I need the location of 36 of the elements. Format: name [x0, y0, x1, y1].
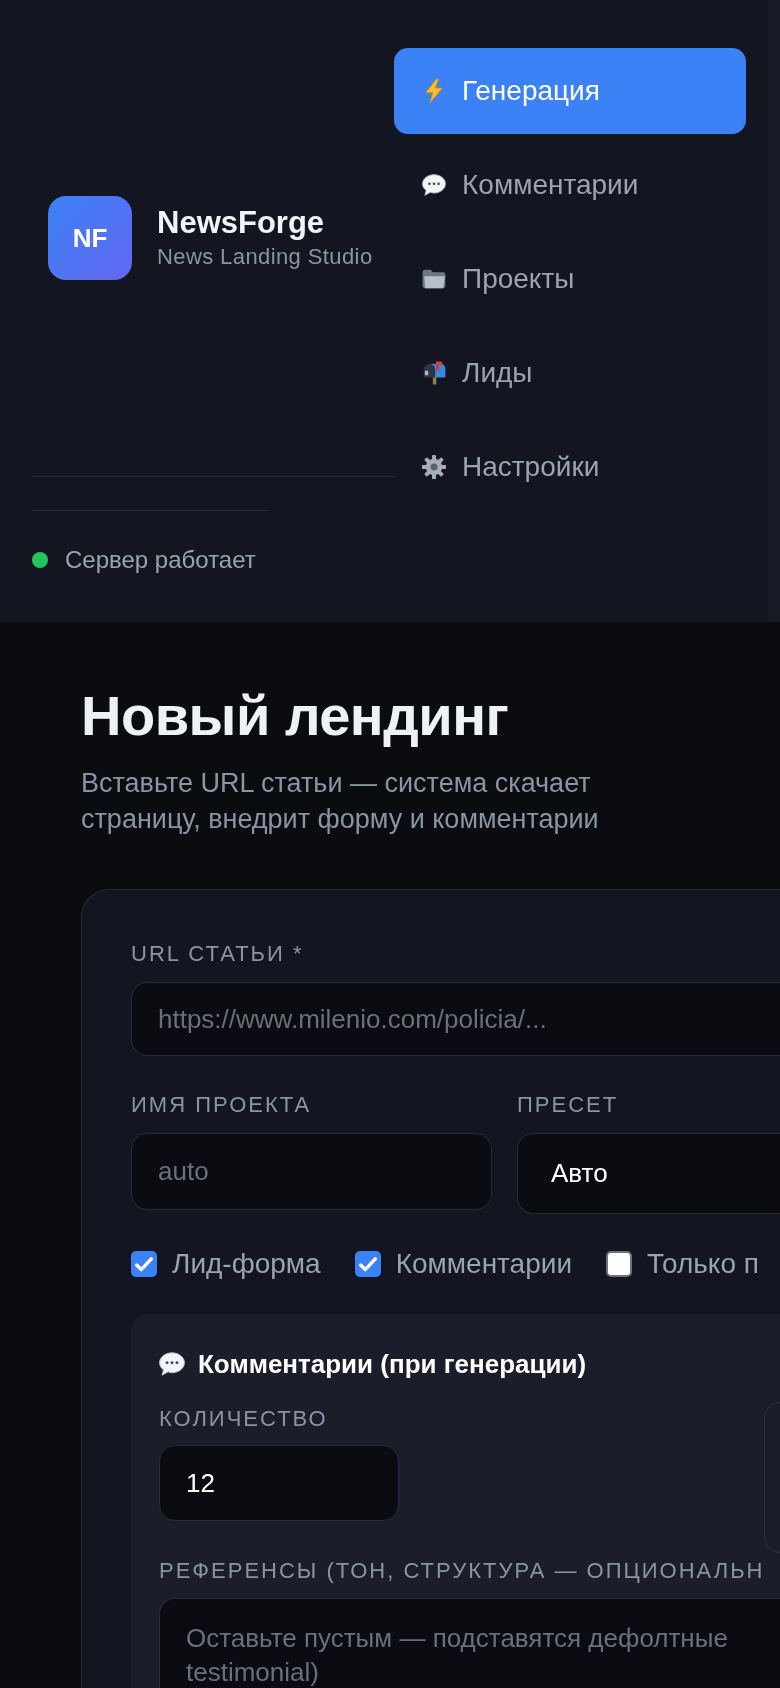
nav-item[interactable]: Генерация: [394, 48, 746, 134]
field-label: ИМЯ ПРОЕКТА: [131, 1091, 313, 1119]
project-name-input[interactable]: auto: [131, 1133, 492, 1210]
checkmark-icon: [135, 1256, 153, 1272]
field-label: РЕФЕРЕНСЫ (ТОН, СТРУКТУРА — ОПЦИОНАЛЬН: [159, 1557, 766, 1585]
app-tagline: News Landing Studio: [157, 243, 373, 271]
gear-icon: [422, 455, 446, 479]
speech-bubble-icon: [422, 173, 446, 197]
mailbox-icon: [422, 361, 446, 385]
checkmark-icon: [358, 1256, 377, 1272]
page-subtitle: Вставьте URL статьи — система скачает страницу, внедрит форму и комментарии: [81, 767, 600, 836]
folder-icon: [422, 267, 446, 291]
nav-item[interactable]: Настройки: [394, 424, 746, 510]
speech-bubble-icon: [159, 1352, 185, 1376]
status-text: Сервер работает: [65, 545, 256, 575]
checkbox[interactable]: [131, 1251, 157, 1277]
nav-item[interactable]: Комментарии: [394, 142, 746, 228]
checkbox-label[interactable]: Только п: [647, 1249, 759, 1279]
field-label: ПРЕСЕТ: [517, 1091, 620, 1119]
app-logo: NF: [48, 196, 132, 280]
checkbox[interactable]: [606, 1251, 633, 1277]
page-title: Новый лендинг: [81, 685, 510, 747]
count-input[interactable]: 12: [159, 1445, 399, 1521]
section-title: Комментарии (при генерации): [198, 1349, 587, 1379]
url-input[interactable]: https://www.milenio.com/policia/...: [131, 982, 780, 1056]
nav-item[interactable]: Лиды: [394, 330, 746, 416]
nav-item[interactable]: Проекты: [394, 236, 746, 322]
checkbox-label[interactable]: Комментарии: [395, 1249, 573, 1279]
field-label: URL СТАТЬИ *: [131, 940, 305, 968]
preset-select[interactable]: Авто: [517, 1133, 780, 1214]
field-label: КОЛИЧЕСТВО: [159, 1405, 329, 1433]
lightning-icon: [422, 79, 446, 103]
checkbox[interactable]: [354, 1251, 381, 1277]
checkbox-label[interactable]: Лид-форма: [172, 1249, 321, 1279]
references-textarea[interactable]: Оставьте пустым — подставятся дефолтные testimonial): [159, 1598, 780, 1688]
app-name: NewsForge: [157, 205, 326, 241]
